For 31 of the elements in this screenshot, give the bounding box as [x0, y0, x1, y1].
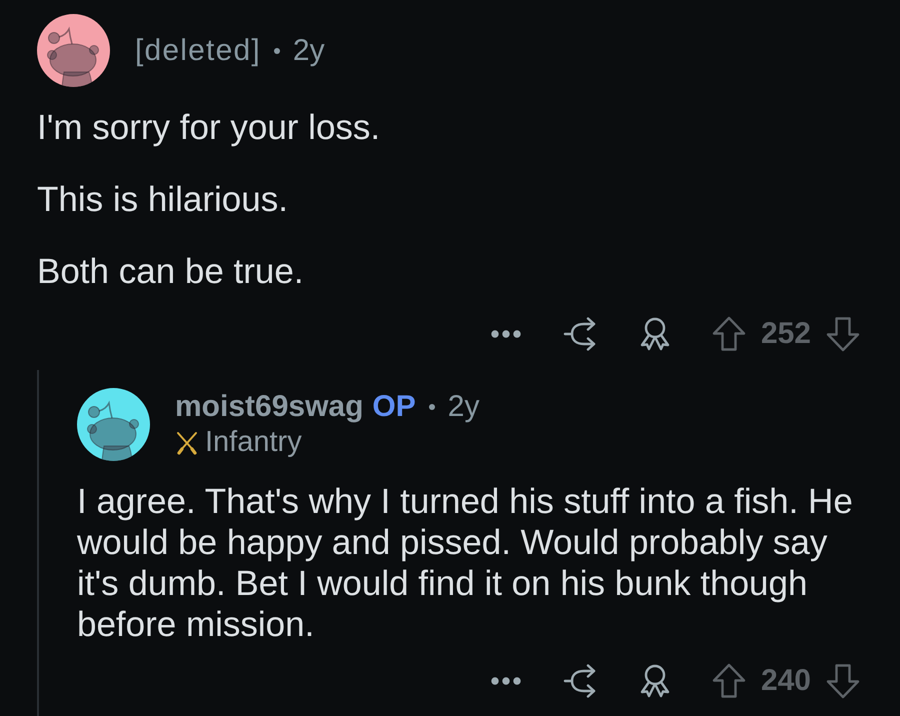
op-label: OP: [372, 389, 416, 425]
time-label: 2y: [292, 32, 325, 68]
vote-count: 240: [760, 663, 811, 699]
downvote-button[interactable]: [826, 316, 860, 352]
comment-text: Both can be true.: [37, 251, 305, 292]
share-icon: [562, 664, 597, 698]
author-name[interactable]: [deleted]: [135, 32, 261, 68]
upvote-icon: [712, 316, 746, 352]
upvote-button[interactable]: [712, 316, 746, 352]
comment-text: I agree. That's why I turned his stuff into a fish. He would be happy and pissed. Would probably say it's dumb. Bet I would find it on his bunk though before mission.: [77, 481, 854, 645]
upvote-button[interactable]: [712, 663, 746, 699]
upvote-icon: [712, 663, 746, 699]
share-icon: [562, 317, 597, 351]
share-button[interactable]: [562, 317, 597, 351]
more-icon: [490, 677, 521, 685]
more-button[interactable]: [490, 330, 521, 338]
downvote-icon: [826, 316, 860, 352]
crossed-rifles-icon: [175, 430, 199, 454]
author-name[interactable]: moist69swag: [175, 389, 364, 425]
time-label: 2y: [448, 389, 480, 425]
vote-count: 252: [760, 316, 811, 352]
comment-text: This is hilarious.: [37, 179, 289, 220]
separator-dot-icon: [428, 404, 435, 410]
more-icon: [490, 330, 521, 338]
downvote-button[interactable]: [826, 663, 860, 699]
user-flair: Infantry: [205, 425, 302, 460]
more-button[interactable]: [490, 677, 521, 685]
downvote-icon: [826, 663, 860, 699]
comment-text: I'm sorry for your loss.: [37, 107, 382, 148]
separator-dot-icon: [274, 48, 280, 54]
share-button[interactable]: [562, 664, 597, 698]
